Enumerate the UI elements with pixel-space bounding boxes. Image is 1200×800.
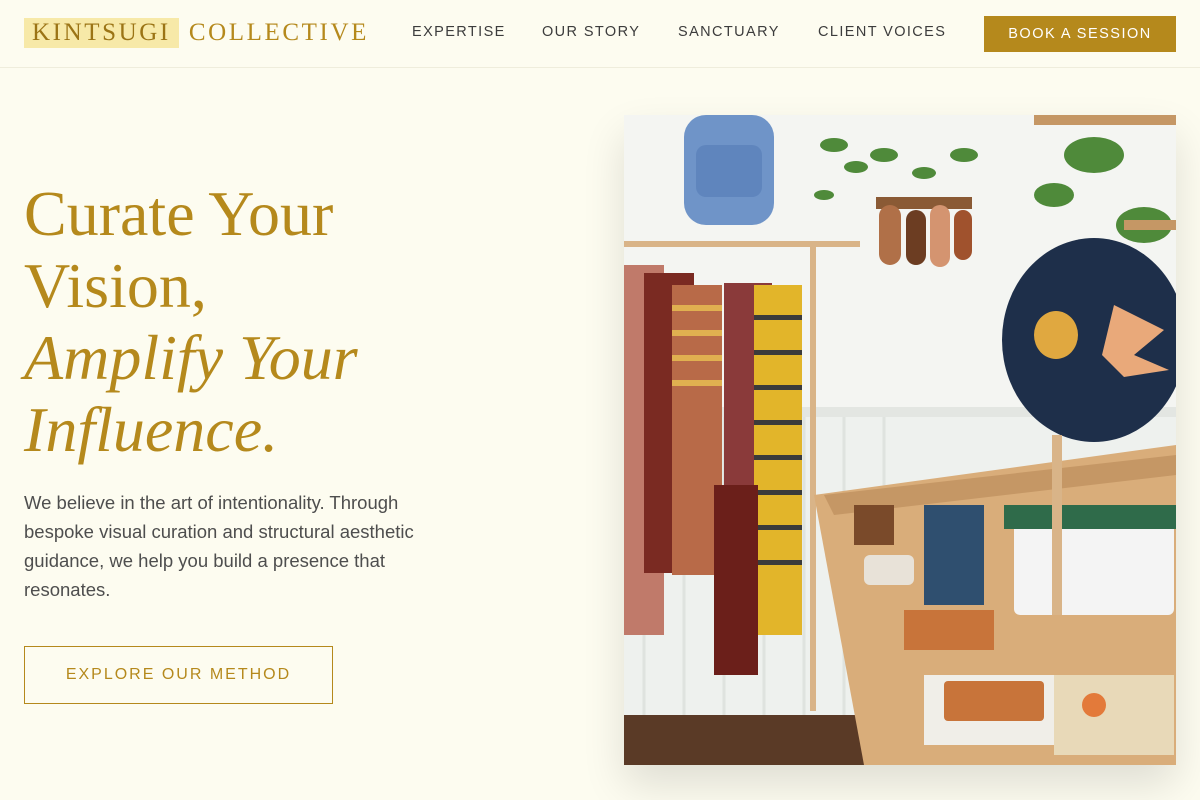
hero-title-line-italic: Influence. <box>24 394 279 465</box>
explore-method-button[interactable]: EXPLORE OUR METHOD <box>24 646 333 704</box>
nav-item-our-story[interactable]: OUR STORY <box>542 24 640 40</box>
hero-title-line: Curate Your <box>24 178 334 249</box>
hero-image <box>624 115 1176 765</box>
nav-item-sanctuary[interactable]: SANCTUARY <box>678 24 780 40</box>
logo-wordmark: COLLECTIVE <box>188 19 369 46</box>
boutique-photo <box>624 115 1176 765</box>
hero-title-line: Vision, <box>24 250 207 321</box>
hero-description: We believe in the art of intentionality.… <box>24 492 414 600</box>
brand-logo[interactable]: KINTSUGI COLLECTIVE <box>24 18 369 48</box>
hero-title: Curate Your Vision, Amplify Your Influen… <box>24 178 444 466</box>
nav-item-expertise[interactable]: EXPERTISE <box>412 24 506 40</box>
logo-mark: KINTSUGI <box>24 18 179 48</box>
nav-item-client-voices[interactable]: CLIENT VOICES <box>818 24 946 40</box>
hero-title-line-italic: Amplify Your <box>24 322 358 393</box>
site-header: KINTSUGI COLLECTIVE EXPERTISE OUR STORY … <box>0 0 1200 68</box>
book-session-button[interactable]: BOOK A SESSION <box>984 16 1176 52</box>
